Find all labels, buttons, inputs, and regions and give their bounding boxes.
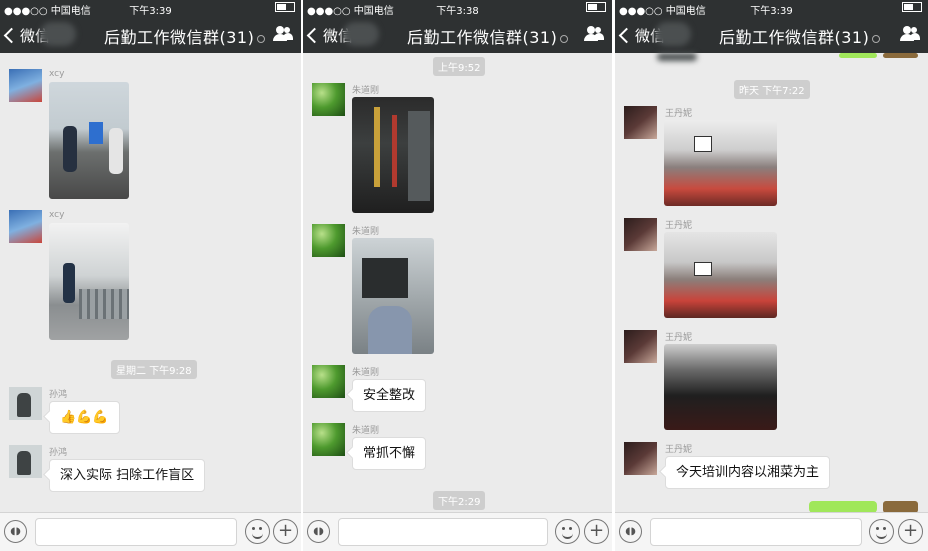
voice-icon[interactable]: ◖◗ xyxy=(307,520,330,543)
voice-icon[interactable]: ◖◗ xyxy=(4,520,27,543)
status-bar: ●●●○○ 中国电信 下午3:39 xyxy=(615,1,928,17)
chat-title: 后勤工作微信群(31) xyxy=(104,24,266,48)
redacted-area xyxy=(657,53,697,61)
sender-name: 王丹妮 xyxy=(665,445,693,455)
sender-name: 王丹妮 xyxy=(665,221,693,231)
message-input[interactable] xyxy=(650,518,862,546)
text-message[interactable]: 👍💪💪 xyxy=(49,401,120,434)
text-message[interactable]: 常抓不懈 xyxy=(352,437,427,470)
avatar[interactable] xyxy=(312,365,345,398)
mute-icon xyxy=(560,34,569,43)
sender-name: 孙鸿 xyxy=(49,390,68,400)
message-input[interactable] xyxy=(35,518,237,546)
sender-name: 朱道刚 xyxy=(352,368,380,378)
sender-name: 朱道刚 xyxy=(352,227,380,237)
avatar[interactable] xyxy=(624,442,657,475)
avatar[interactable] xyxy=(312,423,345,456)
chat-title: 后勤工作微信群(31) xyxy=(719,24,881,48)
sender-name: 王丹妮 xyxy=(665,109,693,119)
back-chevron-icon xyxy=(3,27,20,44)
plus-icon[interactable]: + xyxy=(273,519,298,544)
text-message[interactable]: 安全整改 xyxy=(352,379,427,412)
chat-panel-1: ●●●○○ 中国电信 下午3:39 微信 后勤工作微信群(31) xcy xcy… xyxy=(0,0,301,551)
input-toolbar: ◖◗ + xyxy=(0,512,301,551)
top-bar: ●●●○○ 中国电信 下午3:39 微信 后勤工作微信群(31) xyxy=(0,0,301,53)
group-members-icon[interactable] xyxy=(584,26,604,42)
status-time: 下午3:39 xyxy=(129,6,172,17)
timestamp-chip: 星期二 下午9:28 xyxy=(111,360,197,379)
top-bar: ●●●○○ 中国电信 下午3:39 微信 后勤工作微信群(31) xyxy=(615,0,928,53)
status-bar: ●●●○○ 中国电信 下午3:38 xyxy=(303,1,612,17)
avatar[interactable] xyxy=(624,218,657,251)
timestamp-chip: 上午9:52 xyxy=(433,57,486,76)
message-list[interactable]: xcy xcy 星期二 下午9:28 孙鸿 👍💪💪 孙鸿 深入实际 扫除工作盲区 xyxy=(0,53,301,513)
back-chevron-icon xyxy=(306,27,323,44)
chat-title: 后勤工作微信群(31) xyxy=(407,24,569,48)
redacted-area xyxy=(655,22,691,46)
redacted-area xyxy=(343,22,379,46)
group-members-icon[interactable] xyxy=(273,26,293,42)
emoji-icon[interactable] xyxy=(555,519,580,544)
text-message[interactable]: 深入实际 扫除工作盲区 xyxy=(49,459,206,492)
avatar[interactable] xyxy=(9,210,42,243)
image-message[interactable] xyxy=(352,238,434,354)
mute-icon xyxy=(257,34,266,43)
nav-bar: 微信 后勤工作微信群(31) xyxy=(0,18,301,52)
plus-icon[interactable]: + xyxy=(584,519,609,544)
nav-bar: 微信 后勤工作微信群(31) xyxy=(615,18,928,52)
timestamp-chip: 下午2:29 xyxy=(433,491,486,510)
battery-icon xyxy=(275,2,295,12)
back-chevron-icon xyxy=(618,27,635,44)
avatar[interactable] xyxy=(624,330,657,363)
avatar[interactable] xyxy=(9,387,42,420)
nav-bar: 微信 后勤工作微信群(31) xyxy=(303,18,612,52)
status-bar: ●●●○○ 中国电信 下午3:39 xyxy=(0,1,301,17)
sender-name: xcy xyxy=(49,210,65,220)
avatar[interactable] xyxy=(883,53,918,58)
input-toolbar: ◖◗ + xyxy=(615,512,928,551)
battery-icon xyxy=(586,2,606,12)
voice-icon[interactable]: ◖◗ xyxy=(619,520,642,543)
emoji-icon[interactable] xyxy=(245,519,270,544)
image-message[interactable] xyxy=(664,120,777,206)
sender-name: 王丹妮 xyxy=(665,333,693,343)
screenshot-collage: ●●●○○ 中国电信 下午3:39 微信 后勤工作微信群(31) xcy xcy… xyxy=(0,0,928,551)
sender-name: 孙鸿 xyxy=(49,448,68,458)
avatar[interactable] xyxy=(312,224,345,257)
text-message[interactable]: 今天培训内容以湘菜为主 xyxy=(665,456,831,489)
sender-name: 朱道刚 xyxy=(352,426,380,436)
image-message[interactable] xyxy=(352,97,434,213)
message-list[interactable]: 上午9:52 朱道刚 朱道刚 朱道刚 安全整改 朱道刚 常抓不懈 下午2:29 xyxy=(303,53,612,513)
message-list[interactable]: 昨天 下午7:22 王丹妮 王丹妮 王丹妮 王丹妮 今天培训内容以湘菜为主 xyxy=(615,53,928,513)
image-message[interactable] xyxy=(49,82,129,199)
emoji-icon[interactable] xyxy=(869,519,894,544)
plus-icon[interactable]: + xyxy=(898,519,923,544)
chat-panel-2: ●●●○○ 中国电信 下午3:38 微信 后勤工作微信群(31) 上午9:52 … xyxy=(303,0,612,551)
status-time: 下午3:38 xyxy=(436,6,479,17)
sender-name: 朱道刚 xyxy=(352,86,380,96)
sender-name: xcy xyxy=(49,69,65,79)
input-toolbar: ◖◗ + xyxy=(303,512,612,551)
top-bar: ●●●○○ 中国电信 下午3:38 微信 后勤工作微信群(31) xyxy=(303,0,612,53)
image-message[interactable] xyxy=(49,223,129,340)
image-message[interactable] xyxy=(664,344,777,430)
timestamp-chip: 昨天 下午7:22 xyxy=(734,80,810,99)
redacted-area xyxy=(40,22,76,46)
mute-icon xyxy=(872,34,881,43)
avatar[interactable] xyxy=(9,445,42,478)
status-time: 下午3:39 xyxy=(750,6,793,17)
battery-icon xyxy=(902,2,922,12)
message-input[interactable] xyxy=(338,518,548,546)
avatar[interactable] xyxy=(312,83,345,116)
avatar[interactable] xyxy=(9,69,42,102)
image-message[interactable] xyxy=(664,232,777,318)
own-message[interactable] xyxy=(839,53,877,58)
avatar[interactable] xyxy=(624,106,657,139)
group-members-icon[interactable] xyxy=(900,26,920,42)
chat-panel-3: ●●●○○ 中国电信 下午3:39 微信 后勤工作微信群(31) 昨天 下午7:… xyxy=(615,0,928,551)
